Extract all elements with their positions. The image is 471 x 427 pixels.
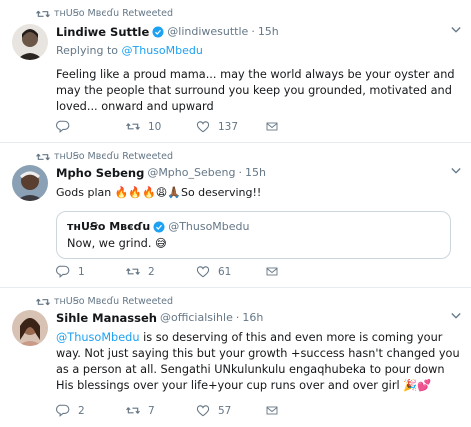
tweet-actions: 10 137 [56,120,286,133]
tweet-text: Gods plan 🔥🔥🔥😩🙏🏾So deserving!! [56,186,262,199]
verified-badge-icon [152,26,164,38]
chevron-down-icon[interactable] [451,312,461,320]
chevron-down-icon[interactable] [451,26,461,34]
heart-icon [196,405,210,417]
chevron-down-icon[interactable] [451,167,461,175]
retweeted-by-text: тнUꞨo Mвєɗu Retweeted [54,8,174,19]
retweet-icon [126,123,140,130]
envelope-icon [266,122,278,131]
author-handle[interactable]: @lindiwesuttle [167,24,248,40]
like-button[interactable]: 61 [196,265,266,278]
retweet-button[interactable]: 2 [126,265,196,278]
replying-prefix: Replying to [56,44,119,57]
like-count: 57 [218,404,232,417]
verified-badge-icon [153,221,165,232]
reply-icon [56,265,70,278]
retweeted-by-line: тнUꞨo Mвєɗu Retweeted [36,151,173,162]
tweet-actions: 1 2 61 [56,265,286,278]
reply-icon [56,404,70,417]
reply-button[interactable]: 2 [56,404,126,417]
retweet-icon [126,407,140,414]
reply-button[interactable]: 1 [56,265,126,278]
direct-message-button[interactable] [266,120,286,133]
timeline-feed: тнUꞨo Mвєɗu Retweeted Lindiwe Suttle @li… [0,0,471,427]
separator-dot: · [235,311,240,324]
heart-icon [196,266,210,278]
quoted-author-name: тнUꞨo Mвєɗu [67,220,151,233]
tweet-actions: 2 7 57 [56,404,286,417]
tweet[interactable]: тнUꞨo Mвєɗu Retweeted Sihle Manasseh @of… [0,288,471,427]
retweeted-by-text: тнUꞨo Mвєɗu Retweeted [54,151,174,162]
tweet-header: Mpho Sebeng @Mpho_Sebeng · 15h [56,165,463,181]
author-handle[interactable]: @Mpho_Sebeng [147,165,235,181]
retweet-button[interactable]: 10 [126,120,196,133]
replying-to: Replying to @ThusoMbedu [56,44,463,57]
direct-message-button[interactable] [266,265,286,278]
tweet[interactable]: тнUꞨo Mвєɗu Retweeted Lindiwe Suttle @li… [0,0,471,143]
heart-icon [196,121,210,133]
separator-dot: · [251,25,255,38]
like-count: 61 [218,265,232,278]
replying-handle-link[interactable]: @ThusoMbedu [122,44,203,57]
mention-link[interactable]: @ThusoMbedu [56,331,140,344]
author-name[interactable]: Mpho Sebeng [56,165,144,181]
retweeted-by-line: тнUꞨo Mвєɗu Retweeted [36,8,173,19]
reply-icon [56,120,70,133]
quoted-author-handle: @ThusoMbedu [168,220,250,233]
retweet-count: 2 [148,265,155,278]
author-handle[interactable]: @officialsihle [160,310,233,326]
reply-count: 1 [78,265,85,278]
retweeted-by-text: тнUꞨo Mвєɗu Retweeted [54,296,174,307]
direct-message-button[interactable] [266,404,286,417]
quoted-tweet-text: Now, we grind. 😅 [67,237,167,250]
retweet-count: 7 [148,404,155,417]
retweet-icon [36,10,50,17]
retweet-button[interactable]: 7 [126,404,196,417]
separator-dot: · [238,166,242,179]
retweet-icon [126,268,140,275]
retweeted-by-line: тнUꞨo Mвєɗu Retweeted [36,296,173,307]
retweet-icon [36,298,50,305]
author-name[interactable]: Sihle Manasseh [56,310,157,326]
envelope-icon [266,267,278,276]
tweet-text: Feeling like a proud mama... may the wor… [56,68,455,113]
like-button[interactable]: 57 [196,404,266,417]
like-button[interactable]: 137 [196,120,266,133]
retweet-icon [36,153,50,160]
author-name[interactable]: Lindiwe Suttle [56,24,149,40]
quoted-tweet[interactable]: тнUꞨo Mвєɗu @ThusoMbedu Now, we grind. 😅 [56,211,451,259]
tweet-header: Sihle Manasseh @officialsihle · 16h [56,310,463,326]
envelope-icon [266,406,278,415]
quoted-tweet-header: тнUꞨo Mвєɗu @ThusoMbedu [67,220,440,233]
timestamp[interactable]: 16h [242,310,263,326]
avatar[interactable] [12,165,48,201]
like-count: 137 [218,120,239,133]
timestamp[interactable]: 15h [258,24,279,40]
tweet[interactable]: тнUꞨo Mвєɗu Retweeted Mpho Sebeng @Mpho_… [0,143,471,288]
tweet-header: Lindiwe Suttle @lindiwesuttle · 15h [56,24,463,40]
timestamp[interactable]: 15h [245,165,266,181]
avatar[interactable] [12,24,48,60]
reply-count: 2 [78,404,85,417]
avatar[interactable] [12,310,48,346]
tweet-text: @ThusoMbedu is so deserving of this and … [56,330,463,394]
retweet-count: 10 [148,120,162,133]
reply-button[interactable] [56,120,126,133]
